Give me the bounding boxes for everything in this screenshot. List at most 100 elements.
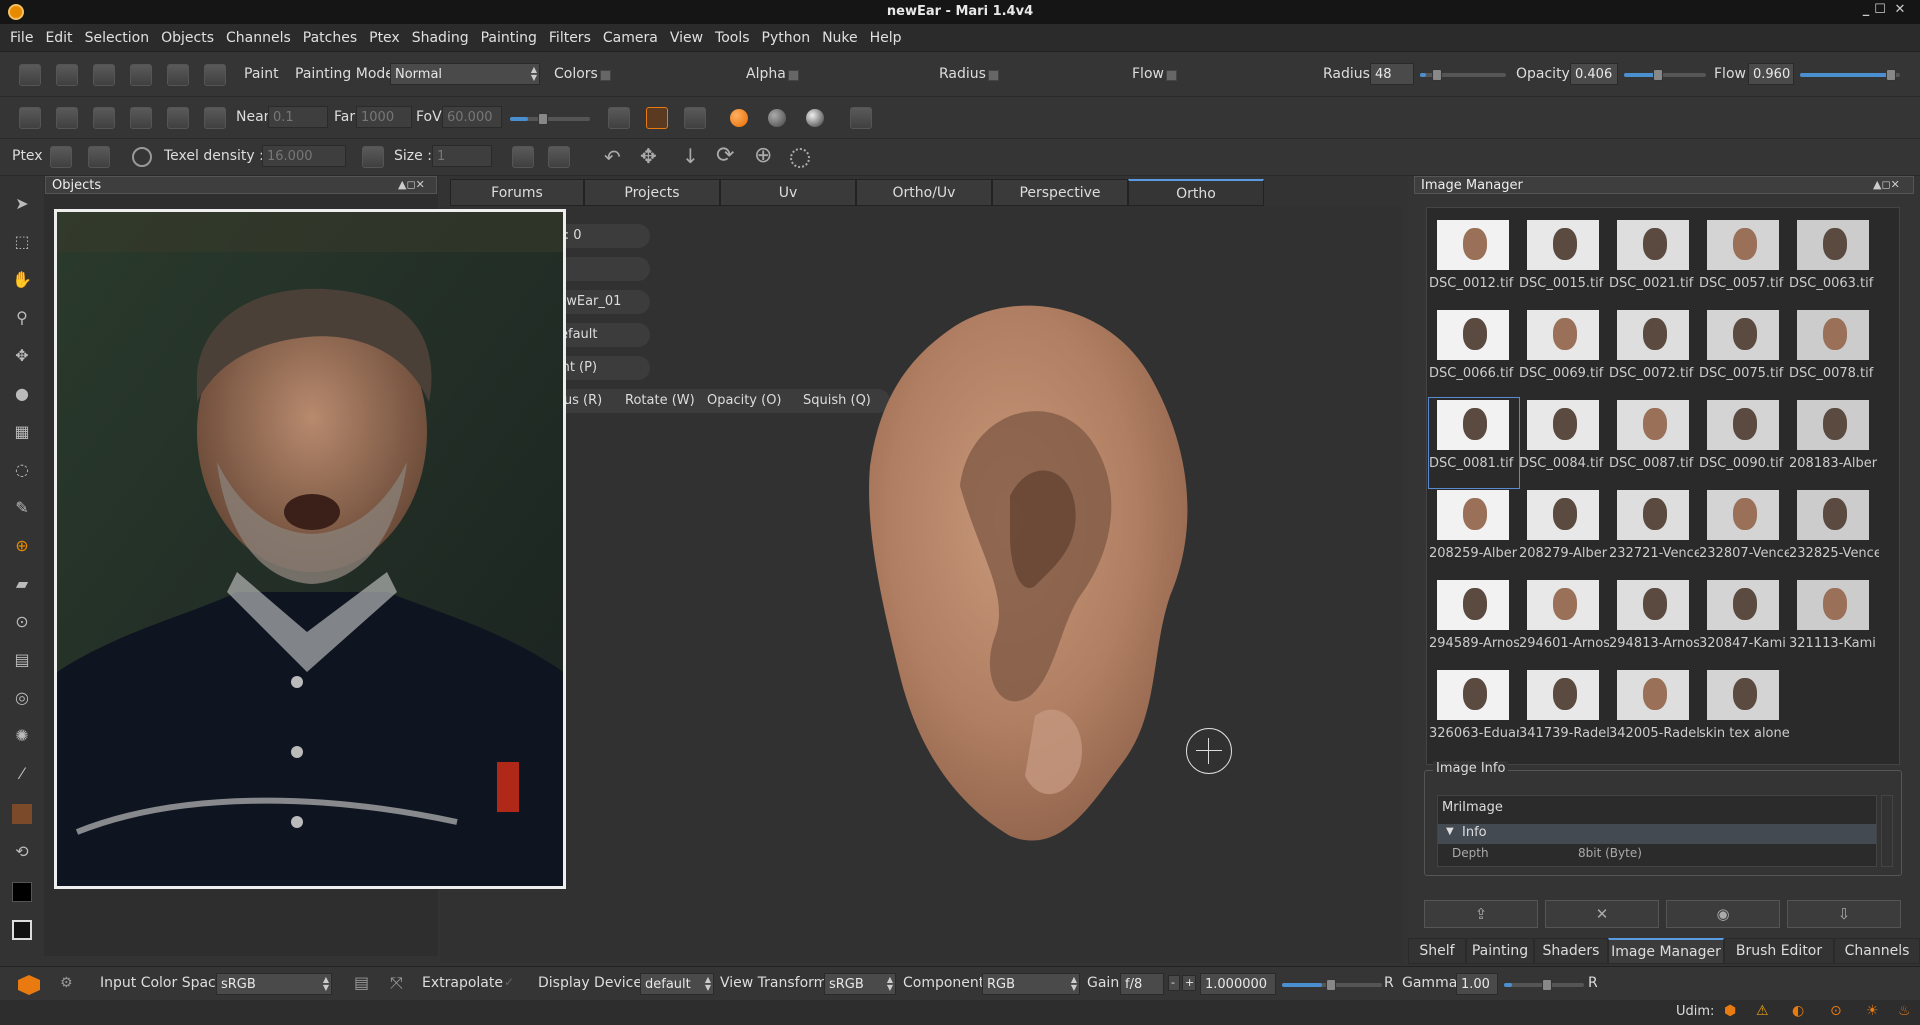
frame-icon[interactable] xyxy=(850,107,872,129)
gradient-icon[interactable]: ▤ xyxy=(12,650,32,670)
painting-mode-select[interactable]: Normal ▲ ▼ xyxy=(390,63,540,85)
shaded-sphere-icon[interactable] xyxy=(730,109,748,127)
new-icon[interactable] xyxy=(19,64,41,86)
flow-checkbox[interactable] xyxy=(1166,70,1177,81)
menu-patches[interactable]: Patches xyxy=(297,24,363,46)
warning-icon[interactable]: ⚠ xyxy=(1756,1003,1769,1019)
target-icon[interactable]: ⊙ xyxy=(1830,1003,1842,1019)
thumbnail-item[interactable]: 320847-Kami xyxy=(1699,578,1789,668)
projection-icon[interactable] xyxy=(684,107,706,129)
gain-reset-label[interactable]: R xyxy=(1384,975,1394,991)
camera-icon[interactable] xyxy=(56,107,78,129)
plane-icon[interactable] xyxy=(167,107,189,129)
smudge-icon[interactable]: ◎ xyxy=(12,688,32,708)
tab-ortho[interactable]: Ortho xyxy=(1128,179,1264,206)
tab-shelf[interactable]: Shelf xyxy=(1408,938,1466,964)
clone-icon[interactable]: ⊙ xyxy=(12,612,32,632)
thumbnail-item[interactable]: DSC_0069.tif xyxy=(1519,308,1609,398)
gain-number-input[interactable]: 1.000000 xyxy=(1200,973,1276,995)
opacity-input[interactable]: 0.406 xyxy=(1570,63,1618,85)
menu-painting[interactable]: Painting xyxy=(475,24,543,46)
input-color-space-select[interactable]: sRGB ▲ ▼ xyxy=(216,973,332,995)
tab-ortho-uv[interactable]: Ortho/Uv xyxy=(856,179,992,206)
color-swatch[interactable] xyxy=(12,804,32,824)
zoom-icon[interactable]: ⚲ xyxy=(12,308,32,328)
menu-ptex[interactable]: Ptex xyxy=(363,24,406,46)
eyedropper-icon[interactable]: ⁄ xyxy=(12,764,32,784)
shape-icon[interactable] xyxy=(130,107,152,129)
grid-icon[interactable] xyxy=(93,107,115,129)
tab-painting[interactable]: Painting xyxy=(1466,938,1534,964)
thumbnail-item[interactable]: 294601-Arnos xyxy=(1519,578,1609,668)
swap-icon[interactable]: ⟲ xyxy=(12,842,32,862)
transform-icon[interactable]: ⊕ xyxy=(754,143,772,168)
rotate-icon[interactable]: ⟳ xyxy=(716,143,734,168)
thumbnail-item[interactable]: DSC_0063.tif xyxy=(1789,218,1879,308)
thumbnail-item[interactable]: 321113-Kami xyxy=(1789,578,1879,668)
thumbnail-item[interactable]: DSC_0021.tif xyxy=(1609,218,1699,308)
delete-image-button[interactable]: ✕ xyxy=(1545,900,1659,928)
near-input[interactable]: 0.1 xyxy=(268,106,328,128)
reference-image[interactable] xyxy=(54,209,566,889)
lightbulb-icon[interactable]: ☀ xyxy=(1866,1003,1879,1019)
duplicate-icon[interactable] xyxy=(512,146,534,168)
undo-icon[interactable]: ↶ xyxy=(604,145,621,169)
component-select[interactable]: RGB ▲ ▼ xyxy=(982,973,1080,995)
thumbnail-item[interactable]: DSC_0057.tif xyxy=(1699,218,1789,308)
marquee-icon[interactable]: ⬚ xyxy=(12,232,32,252)
gain-fstop-input[interactable]: f/8 xyxy=(1120,973,1164,995)
unlink-icon[interactable] xyxy=(204,64,226,86)
wave-icon[interactable] xyxy=(204,107,226,129)
thumbnail-item[interactable]: DSC_0087.tif xyxy=(1609,398,1699,488)
texel-density-input[interactable]: 16.000 xyxy=(262,145,346,167)
drop-icon[interactable]: ● xyxy=(12,384,32,404)
thumbnail-item[interactable]: DSC_0072.tif xyxy=(1609,308,1699,398)
moon-icon[interactable]: ◐ xyxy=(1792,1003,1804,1019)
gain-minus-button[interactable]: - xyxy=(1168,975,1180,991)
menu-nuke[interactable]: Nuke xyxy=(816,24,864,46)
thumbnail-item[interactable]: 341739-Radel xyxy=(1519,668,1609,758)
brush-icon[interactable]: ⊕ xyxy=(12,536,32,556)
export-image-button[interactable]: ⇩ xyxy=(1787,900,1901,928)
ptex-resize-icon[interactable] xyxy=(88,146,110,168)
thumbnail-item[interactable]: DSC_0090.tif xyxy=(1699,398,1789,488)
thumbnail-item[interactable]: 326063-Eduar xyxy=(1429,668,1519,758)
thumbnail-item[interactable]: DSC_0066.tif xyxy=(1429,308,1519,398)
eraser-icon[interactable]: ▰ xyxy=(12,574,32,594)
paint-through-icon[interactable] xyxy=(608,107,630,129)
gamma-input[interactable]: 1.00 xyxy=(1456,973,1498,995)
save-icon[interactable] xyxy=(93,64,115,86)
extrapolate-icon[interactable]: ⤧ xyxy=(390,973,403,993)
menu-filters[interactable]: Filters xyxy=(543,24,597,46)
tab-forums[interactable]: Forums xyxy=(450,179,584,206)
tab-perspective[interactable]: Perspective xyxy=(992,179,1128,206)
pin-icon[interactable]: ✎ xyxy=(12,498,32,518)
thumbnail-item[interactable]: 232825-Vence xyxy=(1789,488,1879,578)
radius-input[interactable]: 48 xyxy=(1370,63,1414,85)
view-transform-select[interactable]: sRGB ▲ ▼ xyxy=(824,973,896,995)
fov-slider[interactable] xyxy=(510,113,590,125)
thumbnail-item[interactable]: skin tex alone xyxy=(1699,668,1789,758)
settings-gear-icon[interactable]: ⚙ xyxy=(60,975,73,991)
save-as-icon[interactable] xyxy=(130,64,152,86)
thumbnail-item[interactable]: 208183-Alber xyxy=(1789,398,1879,488)
thumbnail-item[interactable]: DSC_0012.tif xyxy=(1429,218,1519,308)
flow-slider[interactable] xyxy=(1800,69,1900,81)
fov-input[interactable]: 60.000 xyxy=(442,106,502,128)
gain-plus-button[interactable]: + xyxy=(1182,975,1196,991)
gamma-slider[interactable] xyxy=(1504,979,1584,991)
tab-brush-editor[interactable]: Brush Editor xyxy=(1724,938,1834,964)
tab-projects[interactable]: Projects xyxy=(584,179,720,206)
flow-input[interactable]: 0.960 xyxy=(1748,63,1794,85)
far-input[interactable]: 1000 xyxy=(356,106,412,128)
layers-icon[interactable] xyxy=(548,146,570,168)
tab-image-manager[interactable]: Image Manager xyxy=(1608,938,1724,964)
background-color[interactable] xyxy=(12,920,32,940)
menu-help[interactable]: Help xyxy=(864,24,908,46)
thumbnail-item[interactable]: DSC_0081.tif xyxy=(1428,397,1520,489)
tab-channels[interactable]: Channels xyxy=(1834,938,1920,964)
radius-checkbox[interactable] xyxy=(988,70,999,81)
cup-icon[interactable]: ♨ xyxy=(1898,1003,1911,1019)
panel-float-icon[interactable]: ▲◻✕ xyxy=(1873,178,1900,191)
thumbnail-item[interactable]: DSC_0015.tif xyxy=(1519,218,1609,308)
